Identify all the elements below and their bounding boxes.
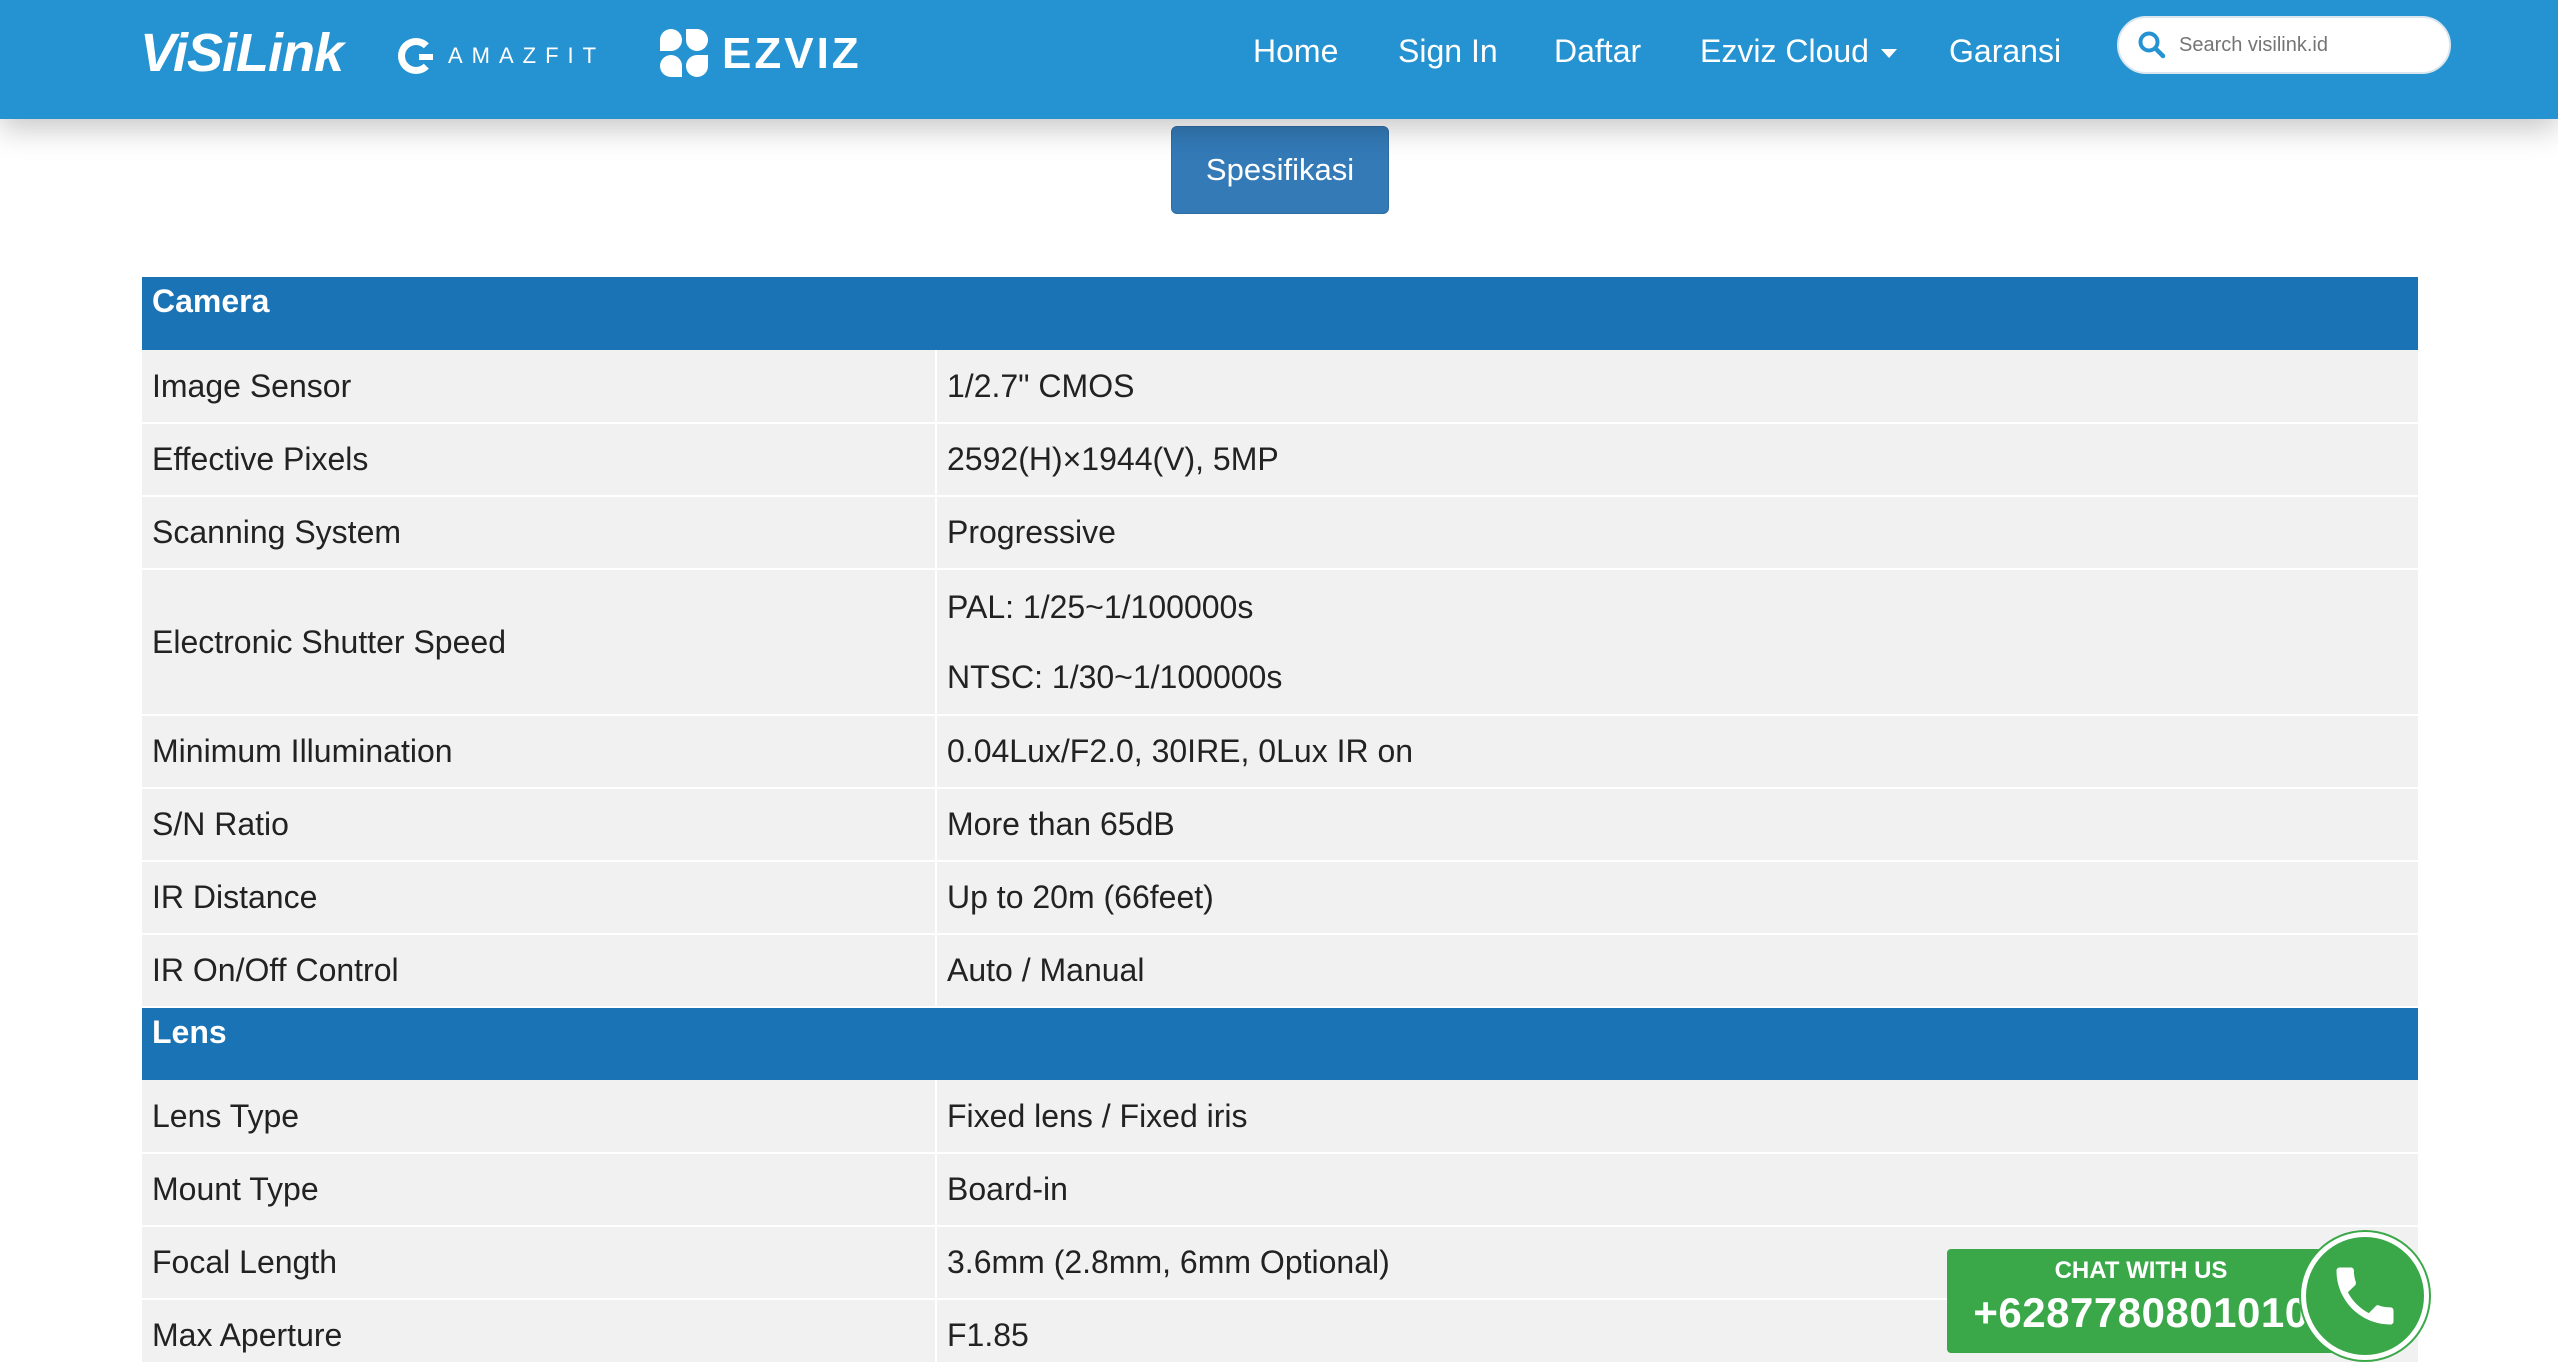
ezviz-logo[interactable]: EZVIZ — [658, 26, 862, 82]
search-icon[interactable] — [2137, 30, 2167, 60]
specification-table: Camera Image Sensor 1/2.7" CMOS Effectiv… — [142, 277, 2418, 1362]
brand-logo[interactable]: ViSiLink — [140, 22, 344, 84]
nav-ezviz-cloud-dropdown[interactable]: Ezviz Cloud — [1700, 28, 1897, 74]
spec-value: Progressive — [935, 496, 2418, 570]
spec-value: Board-in — [935, 1153, 2418, 1227]
ezviz-logo-text: EZVIZ — [722, 29, 862, 78]
spec-value-line: PAL: 1/25~1/100000s — [947, 589, 1254, 625]
table-row: Image Sensor 1/2.7" CMOS — [142, 350, 2418, 424]
whatsapp-chat-widget[interactable]: CHAT WITH US +6287780801010 — [1947, 1249, 2335, 1353]
spec-value: 0.04Lux/F2.0, 30IRE, 0Lux IR on — [935, 715, 2418, 789]
nav-home[interactable]: Home — [1253, 28, 1338, 74]
table-row: Minimum Illumination 0.04Lux/F2.0, 30IRE… — [142, 715, 2418, 789]
amazfit-logo-text: AMAZFIT — [448, 43, 606, 68]
table-row: Lens Type Fixed lens / Fixed iris — [142, 1080, 2418, 1154]
spec-value-line: NTSC: 1/30~1/100000s — [947, 659, 1283, 695]
spec-value: Fixed lens / Fixed iris — [935, 1080, 2418, 1154]
spec-value: 1/2.7" CMOS — [935, 350, 2418, 424]
nav-garansi[interactable]: Garansi — [1949, 28, 2061, 74]
spec-key: Effective Pixels — [142, 423, 936, 497]
phone-icon — [2336, 1267, 2394, 1325]
spec-key: Focal Length — [142, 1226, 936, 1300]
spec-key: IR Distance — [142, 861, 936, 935]
spec-key: Mount Type — [142, 1153, 936, 1227]
section-title: Camera — [142, 277, 2418, 350]
table-row: Mount Type Board-in — [142, 1153, 2418, 1227]
search-input[interactable] — [2179, 33, 2429, 57]
phone-call-button[interactable] — [2301, 1232, 2429, 1360]
spec-key: Minimum Illumination — [142, 715, 936, 789]
nav-sign-in[interactable]: Sign In — [1398, 28, 1498, 74]
nav-daftar[interactable]: Daftar — [1554, 28, 1641, 74]
caret-down-icon — [1880, 49, 1897, 59]
ezviz-logo-icon — [658, 27, 712, 81]
table-row: IR Distance Up to 20m (66feet) — [142, 861, 2418, 935]
section-header-lens: Lens — [142, 1007, 2418, 1080]
table-row: S/N Ratio More than 65dB — [142, 788, 2418, 862]
nav-ezviz-cloud-label: Ezviz Cloud — [1700, 33, 1869, 69]
chat-phone-number: +6287780801010 — [1973, 1289, 2309, 1336]
spec-value: Up to 20m (66feet) — [935, 861, 2418, 935]
spec-key: S/N Ratio — [142, 788, 936, 862]
table-row: IR On/Off Control Auto / Manual — [142, 934, 2418, 1008]
chat-label: CHAT WITH US — [2054, 1257, 2228, 1284]
section-title: Lens — [142, 1007, 2418, 1080]
amazfit-logo[interactable]: AMAZFIT — [398, 36, 605, 76]
spec-value: PAL: 1/25~1/100000s NTSC: 1/30~1/100000s — [935, 569, 2418, 716]
section-header-camera: Camera — [142, 277, 2418, 350]
spec-key: Max Aperture — [142, 1299, 936, 1362]
table-row: Electronic Shutter Speed PAL: 1/25~1/100… — [142, 569, 2418, 716]
spec-key: Electronic Shutter Speed — [142, 569, 936, 716]
search-box[interactable] — [2117, 16, 2451, 74]
amazfit-logo-icon — [398, 38, 434, 74]
spec-key: Lens Type — [142, 1080, 936, 1154]
spec-key: Image Sensor — [142, 350, 936, 424]
specification-tab-button[interactable]: Spesifikasi — [1171, 126, 1389, 214]
table-row: Effective Pixels 2592(H)×1944(V), 5MP — [142, 423, 2418, 497]
spec-key: IR On/Off Control — [142, 934, 936, 1008]
top-navbar: ViSiLink AMAZFIT EZVIZ Home Sign In Daft… — [0, 0, 2558, 119]
spec-value: More than 65dB — [935, 788, 2418, 862]
table-row: Scanning System Progressive — [142, 496, 2418, 570]
spec-key: Scanning System — [142, 496, 936, 570]
spec-value: Auto / Manual — [935, 934, 2418, 1008]
spec-value: 2592(H)×1944(V), 5MP — [935, 423, 2418, 497]
